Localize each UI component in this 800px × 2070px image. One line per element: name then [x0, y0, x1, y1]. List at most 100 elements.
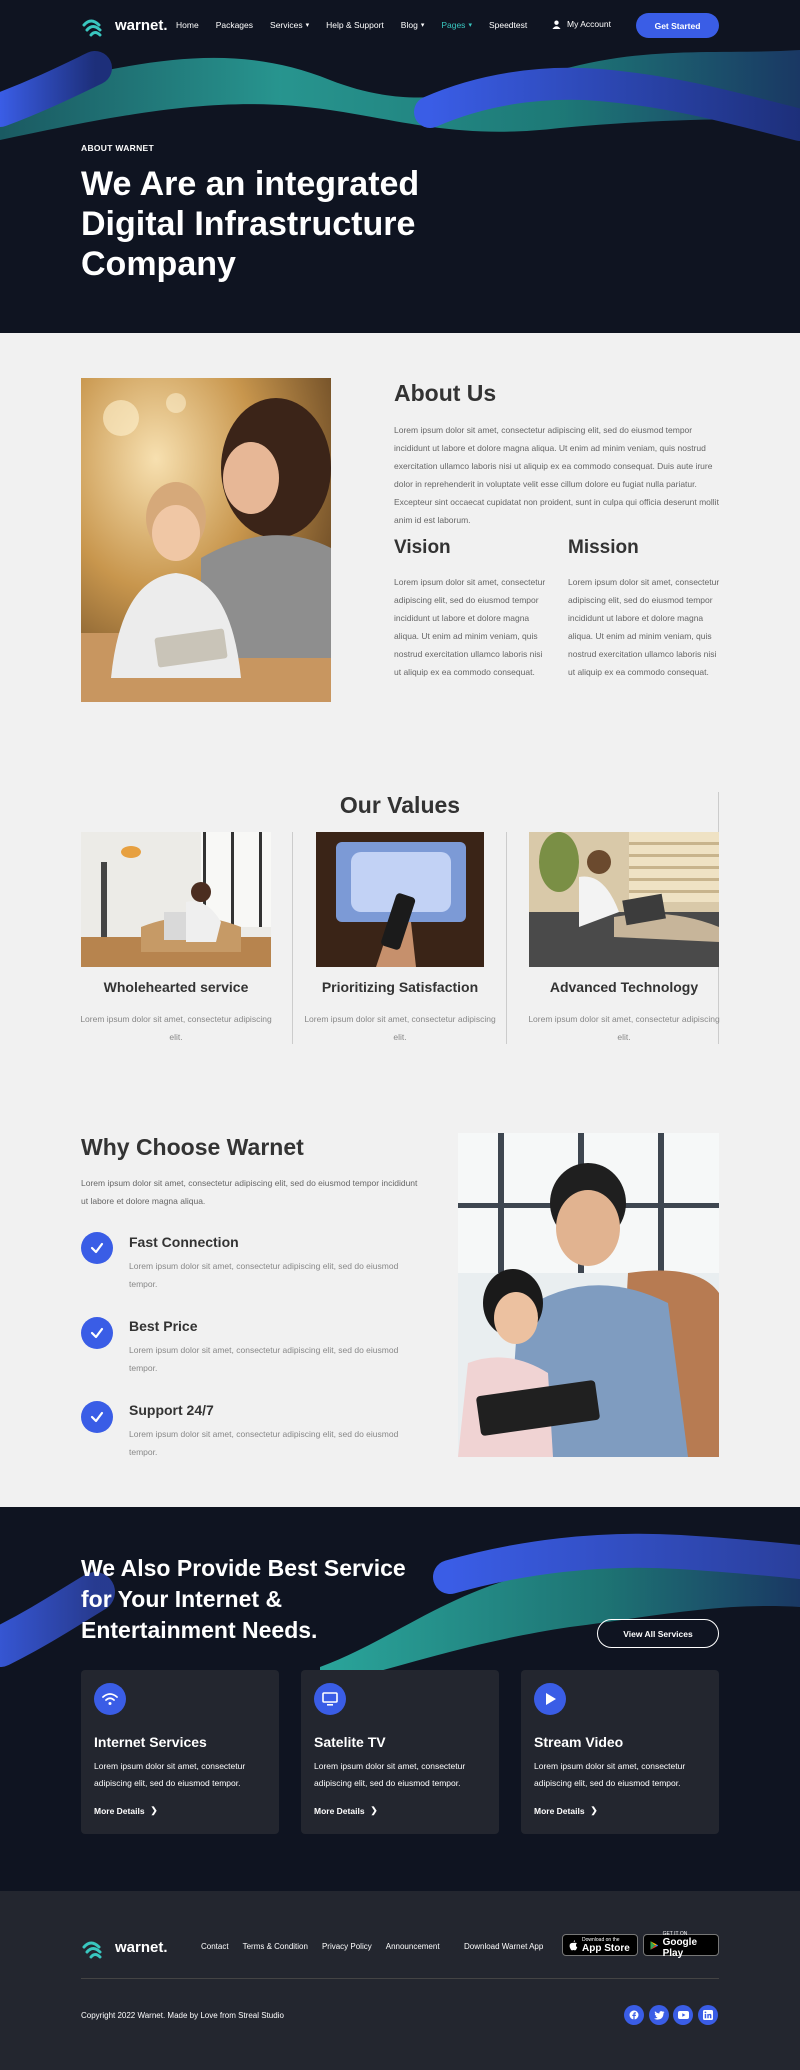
values-title: Our Values	[339, 792, 461, 818]
value-image-tv-remote	[316, 832, 484, 967]
mission-title: Mission	[568, 537, 639, 558]
nav-menu: Home Packages Services ▾ Help & Support Blog ▾…	[176, 20, 544, 30]
footer-brand-logo[interactable]: warnet.	[81, 1935, 168, 1959]
feature-title: Best Price	[129, 1318, 198, 1334]
feature-title: Fast Connection	[129, 1234, 239, 1250]
footer-divider	[81, 1978, 719, 1979]
feature-text: Lorem ipsum dolor sit amet, consectetur …	[129, 1345, 399, 1373]
nav-label: Packages	[215, 20, 254, 30]
get-started-button[interactable]: Get Started	[636, 13, 719, 38]
nav-item-speedtest[interactable]: Speedtest	[489, 20, 527, 30]
vision-title: Vision	[394, 537, 451, 558]
services-section: We Also Provide Best Service for Your In…	[0, 1507, 800, 1891]
card-text: Lorem ipsum dolor sit amet, consectetur …	[94, 1761, 246, 1788]
more-details-link[interactable]: More Details ❯	[94, 1805, 158, 1816]
chevron-down-icon: ▾	[420, 22, 425, 29]
logo-text: warnet.	[115, 16, 168, 34]
wifi-logo-icon	[82, 19, 102, 37]
app-store-text: Download on the App Store	[582, 1937, 630, 1954]
twitter-icon[interactable]	[649, 2005, 669, 2025]
nav-item-services[interactable]: Services ▾	[270, 20, 309, 30]
vision-text: Lorem ipsum dolor sit amet, consectetur …	[394, 577, 546, 677]
linkedin-icon[interactable]	[698, 2005, 718, 2025]
card-text: Lorem ipsum dolor sit amet, consectetur …	[534, 1761, 686, 1788]
wifi-icon	[94, 1683, 126, 1715]
footer-link-contact[interactable]: Contact	[201, 1942, 229, 1951]
download-app-label: Download Warnet App	[464, 1942, 544, 1951]
value-card-technology: Advanced Technology Lorem ipsum dolor si…	[528, 832, 720, 1044]
more-details-label: More Details	[94, 1805, 145, 1816]
check-icon	[81, 1317, 113, 1349]
page: warnet. Home Packages Services ▾ Help & Supp…	[0, 0, 800, 2070]
value-image-woman-laptop	[81, 832, 271, 967]
about-text: Lorem ipsum dolor sit amet, consectetur …	[394, 425, 719, 525]
feature-text: Lorem ipsum dolor sit amet, consectetur …	[129, 1429, 399, 1457]
why-text: Lorem ipsum dolor sit amet, consectetur …	[81, 1178, 418, 1206]
google-play-button[interactable]: GET IT ON Google Play	[643, 1931, 719, 1959]
app-store-button[interactable]: Download on the App Store	[562, 1934, 638, 1956]
chevron-down-icon: ▾	[468, 22, 472, 29]
user-icon	[552, 20, 561, 29]
apple-icon	[569, 1939, 578, 1950]
facebook-icon[interactable]	[624, 2005, 644, 2025]
card-title: Satelite TV	[314, 1734, 386, 1750]
logo-text: warnet.	[115, 1938, 168, 1956]
card-title: Internet Services	[94, 1734, 207, 1750]
nav-item-packages[interactable]: Packages	[216, 20, 253, 30]
nav-label: Speedtest	[488, 20, 528, 30]
view-all-services-button[interactable]: View All Services	[597, 1619, 719, 1648]
nav-label: Help & Support	[326, 20, 384, 30]
copyright-text: Copyright 2022 Warnet. Made by Love from…	[81, 2011, 284, 2020]
nav-label: Pages	[441, 20, 466, 30]
wifi-logo-icon	[82, 1941, 102, 1959]
more-details-label: More Details	[534, 1805, 585, 1816]
hero-section: warnet. Home Packages Services ▾ Help & Supp…	[0, 0, 800, 333]
more-details-label: More Details	[314, 1805, 365, 1816]
footer-link-terms[interactable]: Terms & Condition	[243, 1942, 308, 1951]
value-image-man-laptop-sofa	[529, 832, 719, 967]
why-title: Why Choose Warnet	[81, 1134, 304, 1160]
feature-title: Support 24/7	[129, 1402, 214, 1418]
more-details-link[interactable]: More Details ❯	[534, 1805, 598, 1816]
main-navbar: warnet. Home Packages Services ▾ Help & Supp…	[0, 12, 800, 40]
service-card-internet[interactable]: Internet Services Lorem ipsum dolor sit …	[81, 1670, 279, 1834]
value-title: Prioritizing Satisfaction	[321, 979, 479, 995]
nav-item-home[interactable]: Home	[176, 20, 199, 30]
feature-text: Lorem ipsum dolor sit amet, consectetur …	[129, 1261, 399, 1289]
value-text: Lorem ipsum dolor sit amet, consectetur …	[528, 1014, 720, 1042]
nav-item-pages[interactable]: Pages ▾	[441, 20, 472, 30]
check-icon	[81, 1401, 113, 1433]
nav-label: Blog	[400, 20, 418, 30]
services-title: We Also Provide Best Service for Your In…	[81, 1555, 406, 1643]
youtube-icon[interactable]	[673, 2005, 693, 2025]
chevron-down-icon: ▾	[305, 22, 310, 29]
hero-title: We Are an integrated Digital Infrastruct…	[81, 165, 420, 283]
check-icon	[81, 1232, 113, 1264]
value-title: Advanced Technology	[549, 979, 699, 995]
values-divider	[292, 832, 293, 1044]
nav-label: Services	[270, 20, 303, 30]
service-card-stream-video[interactable]: Stream Video Lorem ipsum dolor sit amet,…	[521, 1670, 719, 1834]
values-divider	[506, 832, 507, 1044]
footer: warnet. Contact Terms & Condition Privac…	[0, 1891, 800, 2070]
footer-link-privacy[interactable]: Privacy Policy	[322, 1942, 372, 1951]
more-details-link[interactable]: More Details ❯	[314, 1805, 378, 1816]
app-store-large: App Store	[582, 1942, 630, 1954]
service-card-satellite-tv[interactable]: Satelite TV Lorem ipsum dolor sit amet, …	[301, 1670, 499, 1834]
google-play-large: Google Play	[662, 1937, 698, 1959]
google-play-text: GET IT ON Google Play	[663, 1931, 712, 1959]
value-text: Lorem ipsum dolor sit amet, consectetur …	[304, 1014, 496, 1042]
play-icon	[534, 1683, 566, 1715]
chevron-right-icon: ❯	[150, 1805, 158, 1815]
nav-item-blog[interactable]: Blog ▾	[401, 20, 425, 30]
account-label: My Account	[567, 19, 611, 29]
hero-eyebrow: ABOUT WARNET	[81, 143, 155, 153]
footer-links: Contact Terms & Condition Privacy Policy…	[201, 1942, 454, 1951]
value-text: Lorem ipsum dolor sit amet, consectetur …	[80, 1014, 272, 1042]
nav-item-help-support[interactable]: Help & Support	[326, 20, 384, 30]
value-title: Wholehearted service	[103, 979, 249, 995]
brand-logo[interactable]: warnet.	[81, 13, 168, 37]
footer-link-announcement[interactable]: Announcement	[386, 1942, 440, 1951]
my-account-link[interactable]: My Account	[552, 19, 611, 29]
chevron-right-icon: ❯	[370, 1805, 378, 1815]
